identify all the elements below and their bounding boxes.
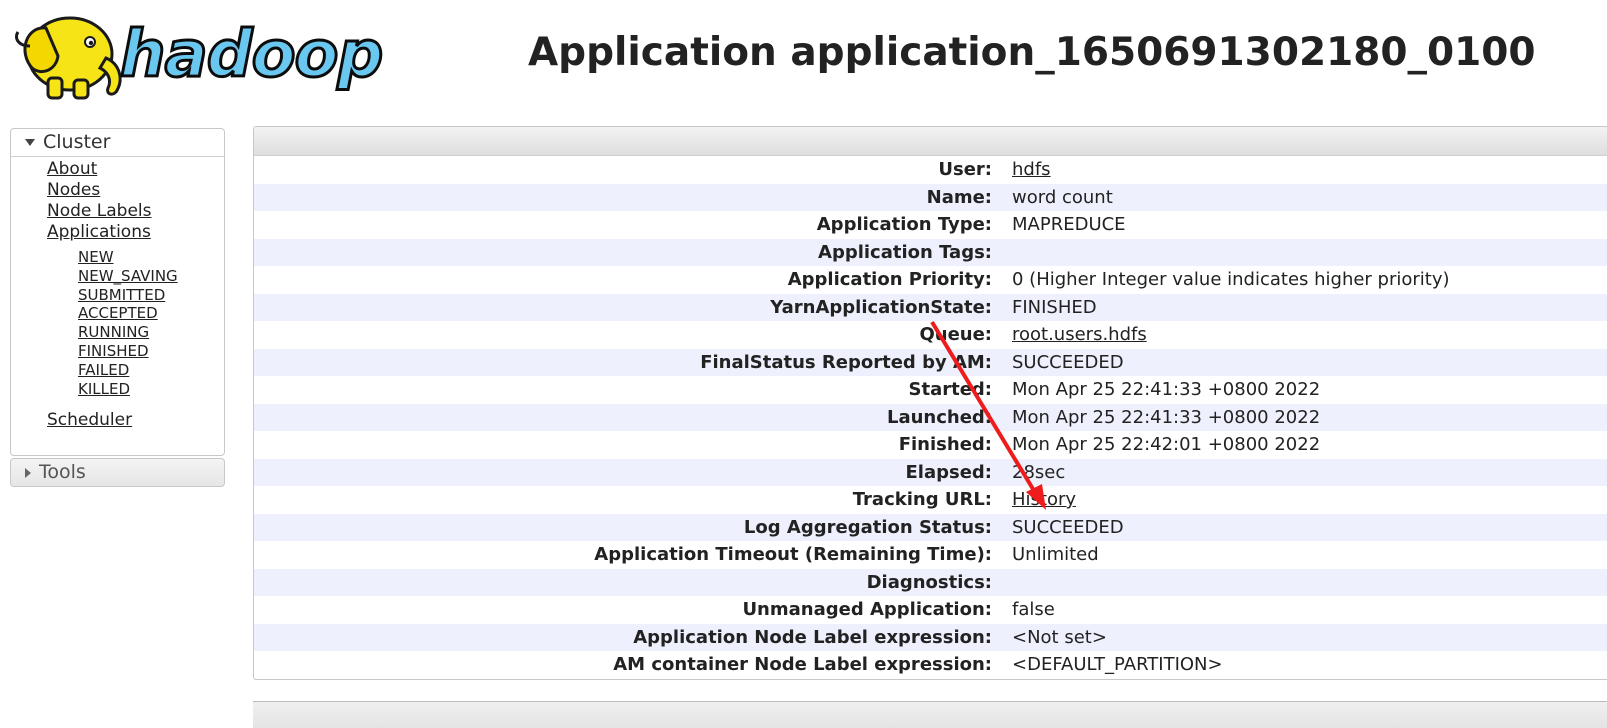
tools-nav-box[interactable]: Tools: [10, 458, 225, 487]
info-label: Application Tags:: [818, 241, 992, 263]
info-value: 28sec: [1012, 461, 1066, 483]
nav-link-nodes[interactable]: Nodes: [47, 180, 100, 200]
info-row: FinalStatus Reported by AM: SUCCEEDED: [254, 348, 1607, 376]
info-row: Application Timeout (Remaining Time): Unl…: [254, 541, 1607, 569]
info-label: Name:: [926, 186, 992, 208]
application-info-panel: User: hdfs Name: word count Application Type…: [253, 126, 1607, 680]
info-row: Launched: Mon Apr 25 22:41:33 +0800 2022: [254, 403, 1607, 431]
info-label: User:: [938, 159, 992, 180]
expand-triangle-icon: [25, 467, 31, 478]
page-title: Application application_1650691302180_01…: [528, 30, 1536, 75]
logo-wordmark: hadoop: [118, 17, 384, 94]
nav-link-applications[interactable]: Applications: [47, 222, 151, 242]
cluster-section-header[interactable]: Cluster: [11, 129, 224, 157]
elephant-icon: [15, 16, 122, 100]
info-row: Application Tags:: [254, 238, 1607, 266]
info-label: Launched:: [886, 406, 992, 428]
info-value: <Not set>: [1012, 626, 1107, 648]
cluster-nav-box: Cluster About Nodes Node Labels Applicat…: [10, 128, 225, 456]
info-row: Tracking URL: History: [254, 486, 1607, 514]
nav-link-state-killed[interactable]: KILLED: [78, 380, 130, 398]
info-value: SUCCEEDED: [1012, 516, 1124, 538]
info-value: SUCCEEDED: [1012, 351, 1124, 373]
info-label: Application Timeout (Remaining Time):: [594, 544, 992, 565]
info-label: Unmanaged Application:: [742, 599, 992, 620]
panel-header-bar: [254, 127, 1607, 156]
info-value: false: [1012, 599, 1055, 620]
info-row: Name: word count: [254, 183, 1607, 211]
info-value: 0 (Higher Integer value indicates higher…: [1012, 269, 1450, 290]
nav-link-state-finished[interactable]: FINISHED: [78, 342, 149, 360]
info-label: FinalStatus Reported by AM:: [700, 351, 992, 373]
nav-link-state-new-saving[interactable]: NEW_SAVING: [78, 267, 178, 285]
info-table: User: hdfs Name: word count Application Type…: [254, 156, 1607, 679]
info-row: Unmanaged Application: false: [254, 596, 1607, 624]
info-row: User: hdfs: [254, 156, 1607, 184]
info-row: Application Priority: 0 (Higher Integer v…: [254, 266, 1607, 294]
info-row: AM container Node Label expression: <DEFA…: [254, 651, 1607, 679]
info-row: YarnApplicationState: FINISHED: [254, 293, 1607, 321]
nav-link-state-submitted[interactable]: SUBMITTED: [78, 286, 165, 304]
nav-link-state-new[interactable]: NEW: [78, 248, 114, 266]
info-value-link[interactable]: hdfs: [1012, 156, 1051, 184]
info-label: Log Aggregation Status:: [743, 516, 992, 538]
info-row: Application Node Label expression: <Not s…: [254, 623, 1607, 651]
tools-label: Tools: [39, 461, 86, 483]
info-row: Finished: Mon Apr 25 22:42:01 +0800 2022: [254, 431, 1607, 459]
info-value-link[interactable]: root.users.hdfs: [1012, 321, 1147, 349]
nav-link-state-accepted[interactable]: ACCEPTED: [78, 304, 158, 322]
info-label: AM container Node Label expression:: [613, 654, 992, 675]
nav-link-node-labels[interactable]: Node Labels: [47, 201, 152, 221]
info-value: Mon Apr 25 22:41:33 +0800 2022: [1012, 406, 1321, 428]
info-value-link[interactable]: History: [1012, 486, 1076, 514]
info-row: Diagnostics:: [254, 568, 1607, 596]
info-label: Application Node Label expression:: [633, 626, 992, 648]
info-value: Unlimited: [1012, 544, 1099, 565]
nav-link-state-running[interactable]: RUNNING: [78, 323, 149, 341]
info-value: FINISHED: [1012, 296, 1097, 318]
info-row: Started: Mon Apr 25 22:41:33 +0800 2022: [254, 376, 1607, 404]
info-label: Elapsed:: [905, 461, 992, 483]
info-row: Elapsed: 28sec: [254, 458, 1607, 486]
info-label: Diagnostics:: [866, 571, 992, 593]
next-panel-header: [253, 701, 1607, 728]
info-label: Tracking URL:: [852, 489, 992, 510]
info-label: Application Priority:: [787, 269, 992, 290]
info-row: Log Aggregation Status: SUCCEEDED: [254, 513, 1607, 541]
info-label: Queue:: [919, 324, 992, 345]
info-label: Finished:: [898, 434, 992, 455]
tools-section-header[interactable]: Tools: [11, 459, 224, 486]
info-value: Mon Apr 25 22:41:33 +0800 2022: [1012, 379, 1321, 400]
cluster-label: Cluster: [43, 131, 111, 153]
info-label: YarnApplicationState:: [770, 296, 992, 318]
info-row: Queue: root.users.hdfs: [254, 321, 1607, 349]
hadoop-logo: hadoop: [8, 6, 388, 106]
nav-link-state-failed[interactable]: FAILED: [78, 361, 129, 379]
info-label: Started:: [908, 379, 993, 400]
collapse-triangle-icon: [25, 139, 35, 146]
nav-link-scheduler[interactable]: Scheduler: [47, 410, 132, 430]
info-value: word count: [1012, 186, 1113, 208]
info-value: Mon Apr 25 22:42:01 +0800 2022: [1012, 434, 1321, 455]
nav-link-about[interactable]: About: [47, 159, 97, 179]
info-value: <DEFAULT_PARTITION>: [1012, 654, 1223, 675]
info-label: Application Type:: [816, 214, 992, 235]
info-value: MAPREDUCE: [1012, 214, 1126, 235]
info-row: Application Type: MAPREDUCE: [254, 211, 1607, 239]
